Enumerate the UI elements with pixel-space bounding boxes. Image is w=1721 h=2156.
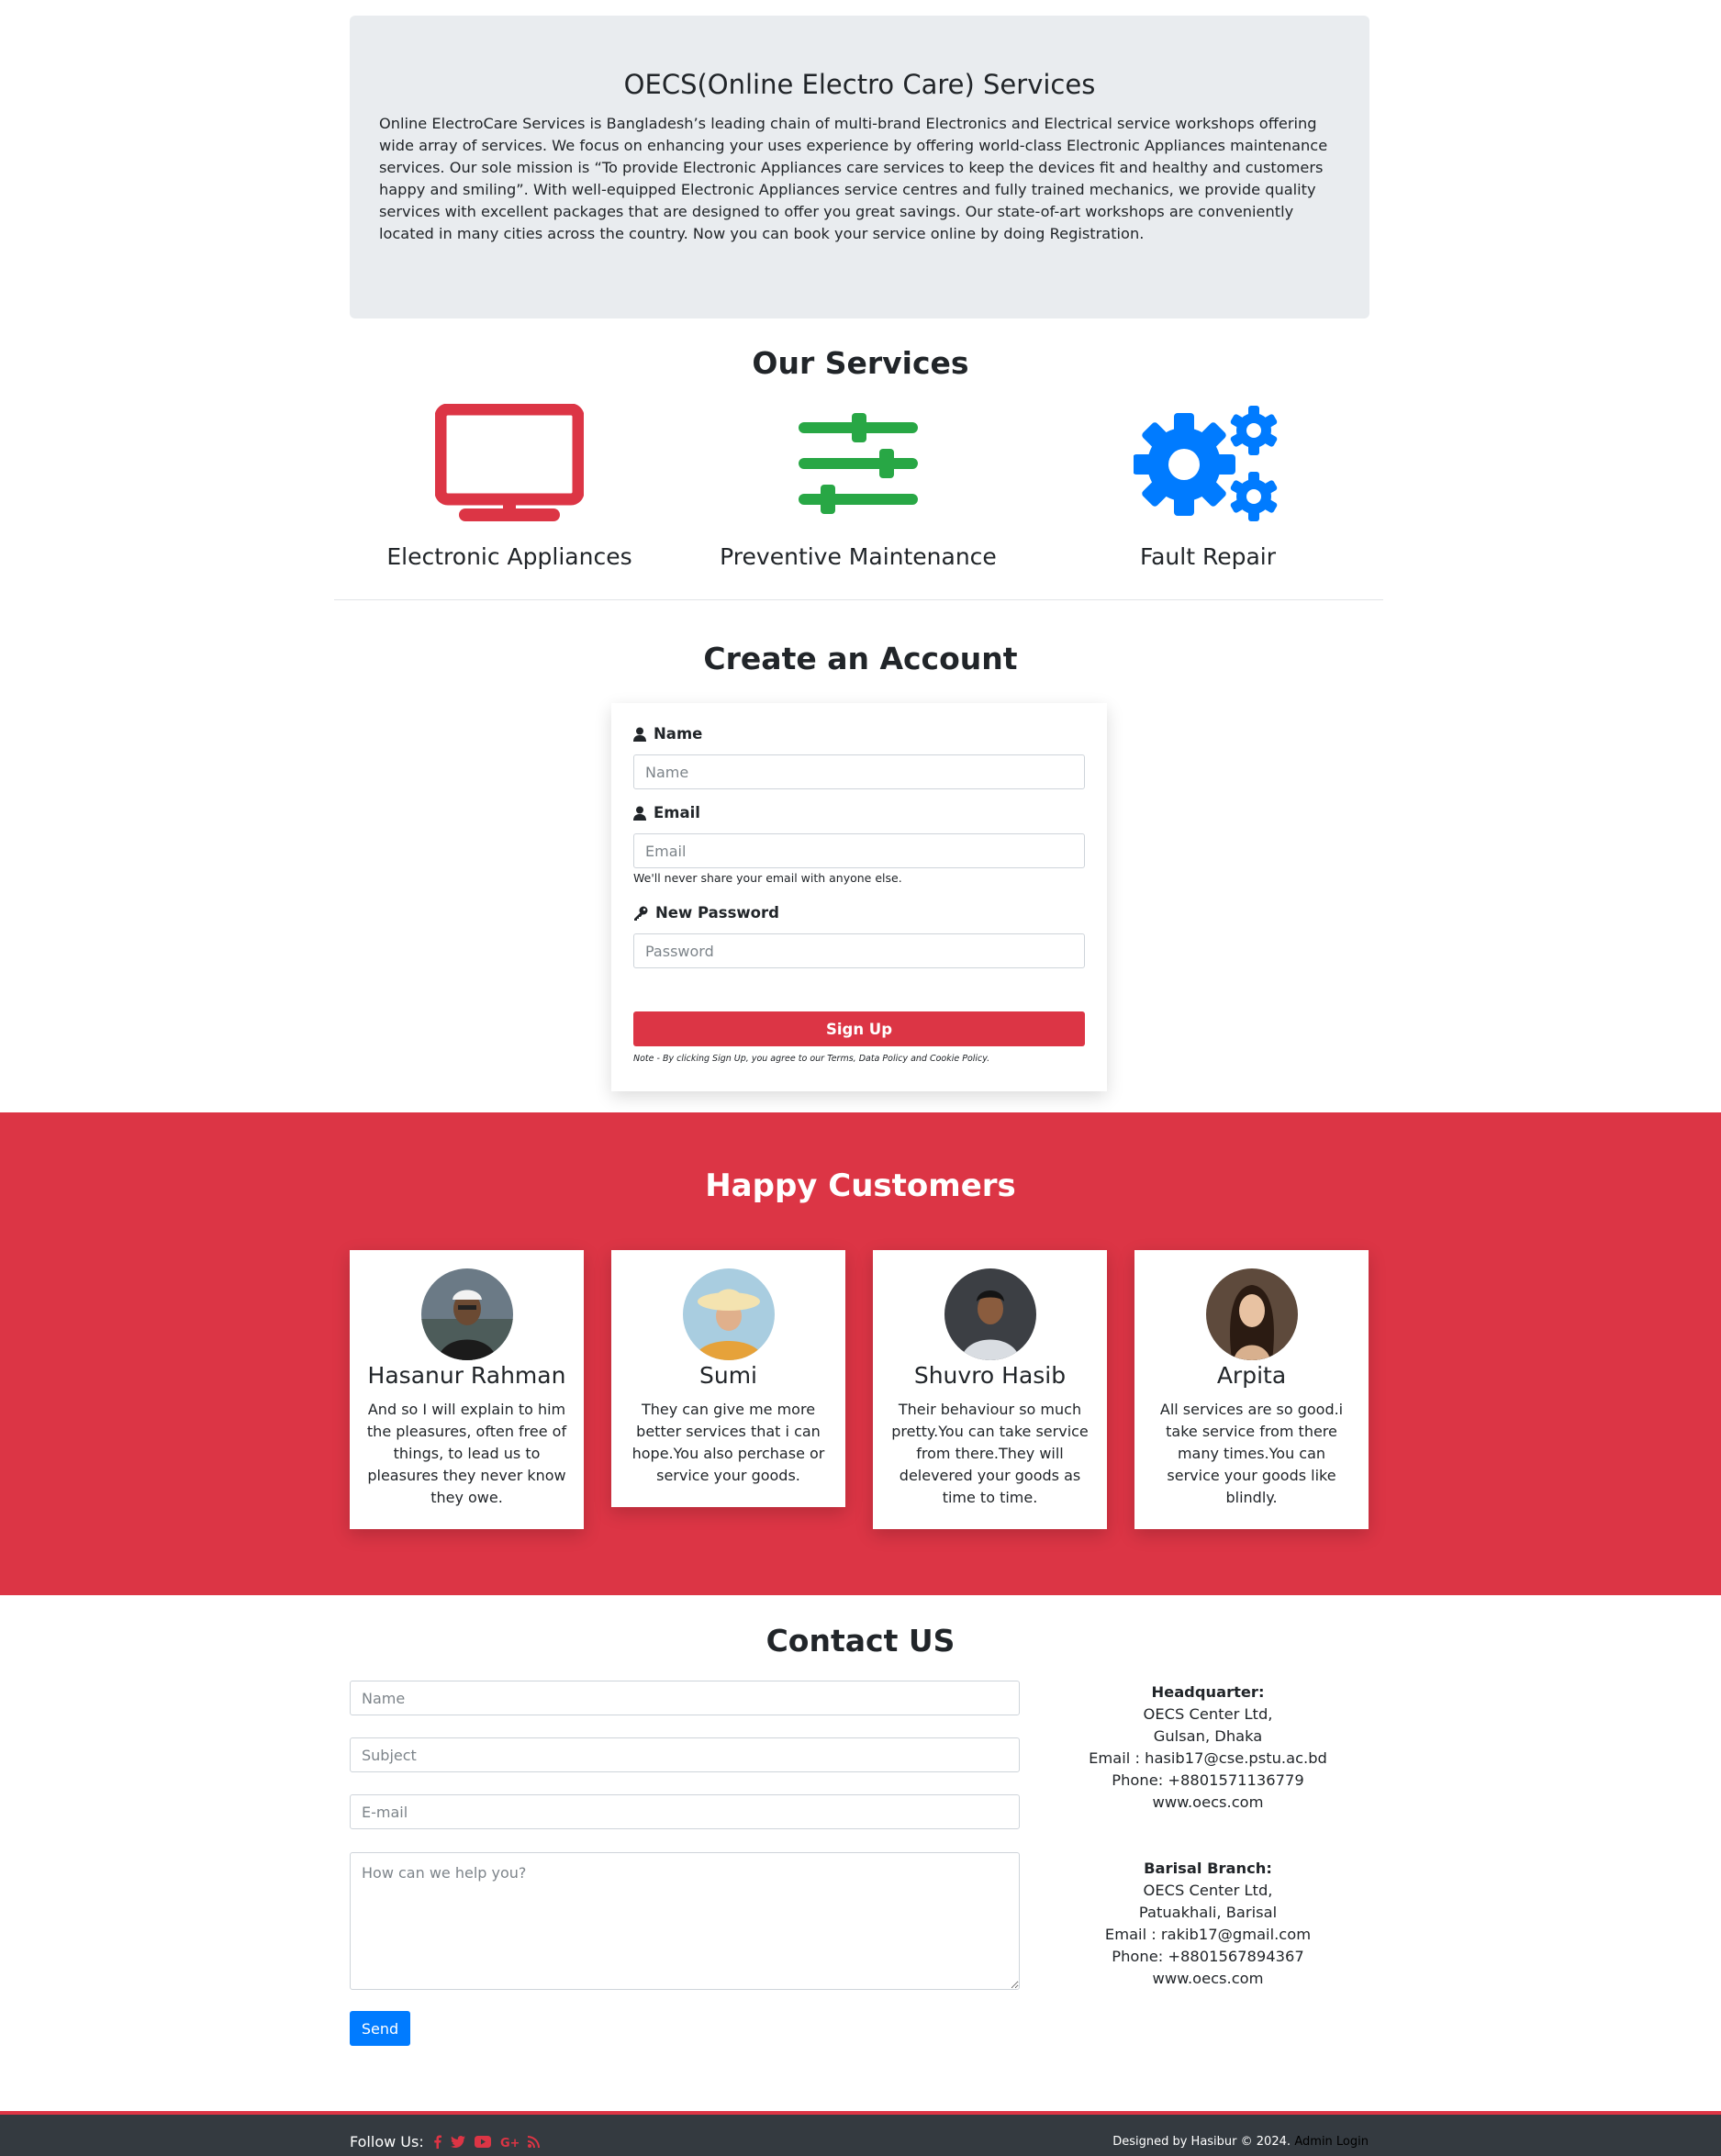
name-label: Name — [633, 725, 702, 743]
service-electronic-appliances: Electronic Appliances — [335, 402, 684, 570]
follow-label: Follow Us: — [350, 2133, 424, 2150]
headquarter-address: Headquarter: OECS Center Ltd, Gulsan, Dh… — [1070, 1681, 1346, 1814]
customer-name: Shuvro Hasib — [913, 1362, 1067, 1389]
customer-name: Arpita — [1216, 1362, 1287, 1389]
customer-review: Their behaviour so much pretty.You can t… — [891, 1401, 1089, 1506]
contact-message-textarea[interactable] — [350, 1852, 1020, 1990]
rss-icon[interactable] — [527, 2136, 540, 2148]
avatar — [1205, 1268, 1298, 1360]
user-icon — [633, 806, 646, 821]
key-icon — [634, 906, 648, 921]
address-email: Email : rakib17@gmail.com — [1104, 1926, 1312, 1943]
contact-email-input[interactable] — [350, 1794, 1020, 1829]
service-fault-repair: Fault Repair — [1034, 402, 1382, 570]
customer-card: Hasanur Rahman And so I will explain to … — [350, 1250, 584, 1529]
address-heading: Barisal Branch: — [1144, 1860, 1272, 1877]
twitter-icon[interactable] — [450, 2136, 465, 2148]
tv-icon — [335, 402, 684, 525]
address-website: www.oecs.com — [1152, 1793, 1264, 1811]
email-input[interactable] — [633, 833, 1085, 868]
happy-customers-section: Happy Customers Hasanur Rahman And so I … — [0, 1112, 1721, 1595]
branch-address: Barisal Branch: OECS Center Ltd, Patuakh… — [1070, 1858, 1346, 1990]
hero-title: OECS(Online Electro Care) Services — [623, 69, 1096, 100]
address-email: Email : hasib17@cse.pstu.ac.bd — [1089, 1749, 1327, 1767]
customer-card: Sumi They can give me more better servic… — [611, 1250, 845, 1507]
sliders-icon — [684, 402, 1033, 525]
customer-review: They can give me more better services th… — [631, 1401, 825, 1484]
customer-card: Arpita All services are so good.i take s… — [1134, 1250, 1369, 1529]
about-jumbotron: OECS(Online Electro Care) Services Onlin… — [350, 16, 1369, 318]
address-line: OECS Center Ltd, — [1143, 1705, 1273, 1723]
customer-name: Hasanur Rahman — [367, 1362, 566, 1389]
create-account-title: Create an Account — [703, 641, 1018, 676]
footer: Follow Us: G+ Designed by Hasibur © 2024… — [0, 2111, 1721, 2156]
signup-button[interactable]: Sign Up — [633, 1011, 1085, 1046]
address-line: Patuakhali, Barisal — [1138, 1904, 1278, 1921]
name-input[interactable] — [633, 754, 1085, 789]
happy-customers-title: Happy Customers — [705, 1167, 1016, 1204]
avatar — [682, 1268, 775, 1360]
service-preventive-maintenance: Preventive Maintenance — [684, 402, 1033, 570]
email-help-text: We'll never share your email with anyone… — [633, 871, 902, 885]
customer-name: Sumi — [698, 1362, 757, 1389]
password-input[interactable] — [633, 933, 1085, 968]
user-icon — [633, 727, 646, 742]
google-plus-icon[interactable]: G+ — [500, 2136, 519, 2148]
address-line: OECS Center Ltd, — [1143, 1882, 1273, 1899]
contact-title: Contact US — [766, 1623, 955, 1659]
service-label: Preventive Maintenance — [720, 543, 997, 570]
address-website: www.oecs.com — [1152, 1970, 1264, 1987]
address-line: Gulsan, Dhaka — [1153, 1727, 1263, 1745]
terms-note: Note - By clicking Sign Up, you agree to… — [633, 1054, 990, 1064]
email-label: Email — [633, 804, 700, 821]
section-divider — [334, 599, 1383, 600]
service-label: Electronic Appliances — [386, 543, 632, 570]
facebook-icon[interactable] — [433, 2135, 441, 2149]
avatar — [944, 1268, 1036, 1360]
gears-icon — [1034, 402, 1382, 525]
customer-review: And so I will explain to him the pleasur… — [366, 1401, 567, 1506]
contact-subject-input[interactable] — [350, 1737, 1020, 1772]
address-phone: Phone: +8801571136779 — [1112, 1771, 1304, 1789]
password-label: New Password — [633, 904, 779, 922]
hero-description: Online ElectroCare Services is Banglades… — [379, 115, 1328, 242]
services-title: Our Services — [752, 345, 969, 381]
avatar — [420, 1268, 513, 1360]
service-label: Fault Repair — [1140, 543, 1276, 570]
admin-login-link[interactable]: Admin Login — [1294, 2135, 1369, 2149]
customer-card: Shuvro Hasib Their behaviour so much pre… — [873, 1250, 1107, 1529]
contact-name-input[interactable] — [350, 1681, 1020, 1715]
designed-by-text: Designed by Hasibur © 2024. — [1112, 2135, 1291, 2149]
send-button[interactable]: Send — [350, 2011, 410, 2046]
address-phone: Phone: +8801567894367 — [1112, 1948, 1304, 1965]
customer-review: All services are so good.i take service … — [1159, 1401, 1344, 1506]
follow-us: Follow Us: G+ — [350, 2133, 540, 2150]
address-heading: Headquarter: — [1151, 1683, 1265, 1701]
signup-card: Name Email We'll never share your email … — [611, 703, 1107, 1091]
youtube-icon[interactable] — [474, 2136, 491, 2148]
svg-text:G+: G+ — [500, 2137, 519, 2148]
